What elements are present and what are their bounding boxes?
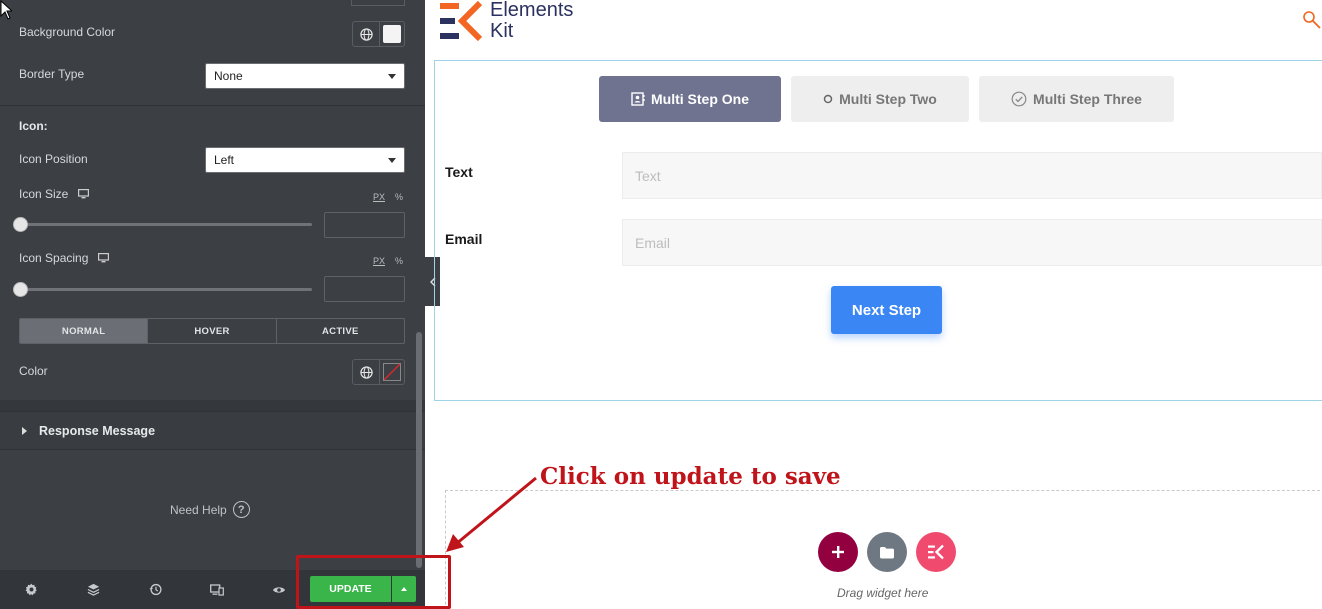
- chevron-down-icon: [388, 73, 396, 79]
- next-step-button[interactable]: Next Step: [831, 286, 942, 334]
- add-template-button[interactable]: [867, 532, 907, 572]
- elementskit-library-button[interactable]: [916, 532, 956, 572]
- tab-active[interactable]: ACTIVE: [277, 319, 404, 343]
- step-tab-two[interactable]: Multi Step Two: [791, 76, 969, 122]
- text-input[interactable]: Text: [622, 152, 1322, 199]
- background-color-control: [352, 21, 405, 47]
- global-colors-globe-icon[interactable]: [353, 360, 380, 384]
- email-input[interactable]: Email: [622, 219, 1322, 266]
- check-circle-icon: [1011, 91, 1027, 107]
- add-section-button[interactable]: [818, 532, 858, 572]
- border-type-select[interactable]: None: [205, 63, 405, 89]
- circle-icon: [823, 94, 833, 104]
- email-input-placeholder: Email: [635, 234, 671, 251]
- icon-size-label: Icon Size: [19, 187, 69, 201]
- need-help-link[interactable]: Need Help ?: [170, 501, 250, 518]
- annotation-highlight-box: [296, 555, 451, 609]
- text-field-label: Text: [445, 164, 473, 180]
- email-field-label: Email: [445, 231, 483, 247]
- logo-wordmark: Elements Kit: [490, 0, 573, 42]
- step-tab-one[interactable]: Multi Step One: [599, 76, 781, 122]
- responsive-desktop-icon[interactable]: [98, 253, 110, 263]
- response-message-section[interactable]: Response Message: [0, 411, 425, 450]
- color-label: Color: [19, 364, 48, 378]
- step-two-label: Multi Step Two: [839, 91, 937, 107]
- background-color-label: Background Color: [19, 25, 116, 39]
- icon-size-row: Icon Size: [19, 187, 405, 201]
- elementskit-logo: Elements Kit: [440, 0, 573, 42]
- background-color-row: Background Color: [19, 25, 405, 39]
- state-tabs: NORMAL HOVER ACTIVE: [19, 318, 405, 344]
- panel-scrollbar[interactable]: [416, 332, 422, 568]
- elementskit-icon: [928, 544, 944, 560]
- icon-size-slider[interactable]: [13, 217, 312, 232]
- icon-position-label: Icon Position: [19, 152, 88, 166]
- unit-percent-toggle[interactable]: %: [395, 256, 403, 266]
- icon-spacing-units: PX %: [373, 256, 403, 266]
- background-color-swatch[interactable]: [380, 22, 404, 46]
- elementskit-logo-mark-icon: [440, 1, 482, 41]
- caret-right-icon: [22, 426, 27, 435]
- responsive-desktop-icon[interactable]: [78, 189, 90, 199]
- contact-card-icon: [631, 92, 645, 106]
- slider-handle[interactable]: [13, 282, 28, 297]
- history-icon[interactable]: [124, 570, 186, 609]
- panel-gap: [0, 400, 425, 411]
- partial-control-top: [351, 0, 405, 6]
- color-row: Color: [19, 364, 405, 378]
- icon-position-value: Left: [214, 153, 235, 167]
- mouse-cursor-icon: [0, 0, 12, 20]
- slider-handle[interactable]: [13, 217, 28, 232]
- folder-icon: [880, 546, 894, 558]
- navigator-layers-icon[interactable]: [62, 570, 124, 609]
- chevron-down-icon: [388, 157, 396, 163]
- tab-hover[interactable]: HOVER: [148, 319, 277, 343]
- icon-section-title: Icon:: [19, 119, 48, 133]
- annotation-text: Click on update to save: [540, 463, 841, 490]
- drag-widget-hint: Drag widget here: [837, 586, 929, 600]
- logo-line-1: Elements: [490, 0, 574, 21]
- border-type-value: None: [214, 69, 243, 83]
- icon-spacing-row: Icon Spacing: [19, 251, 405, 265]
- annotation-arrow-icon: [446, 476, 537, 552]
- color-control: [352, 359, 405, 385]
- step-one-label: Multi Step One: [651, 91, 749, 107]
- plus-icon: [832, 546, 844, 558]
- icon-spacing-label: Icon Spacing: [19, 251, 89, 265]
- question-circle-icon: ?: [232, 501, 250, 518]
- editor-panel: Background Color Border Type None Icon: …: [0, 0, 425, 609]
- tab-normal[interactable]: NORMAL: [20, 319, 149, 343]
- unit-px-toggle[interactable]: PX: [373, 256, 385, 266]
- border-type-label: Border Type: [19, 67, 85, 81]
- icon-position-select[interactable]: Left: [205, 147, 405, 173]
- icon-size-units: PX %: [373, 192, 403, 202]
- unit-px-toggle[interactable]: PX: [373, 192, 385, 202]
- icon-spacing-slider[interactable]: [13, 282, 312, 297]
- icon-spacing-input[interactable]: [324, 276, 405, 302]
- unit-percent-toggle[interactable]: %: [395, 192, 403, 202]
- color-swatch-empty[interactable]: [380, 360, 404, 384]
- settings-gear-icon[interactable]: [0, 570, 62, 609]
- responsive-mode-icon[interactable]: [186, 570, 248, 609]
- section-divider: [0, 105, 425, 106]
- response-message-label: Response Message: [39, 423, 156, 438]
- search-icon[interactable]: [1302, 10, 1322, 35]
- step-three-label: Multi Step Three: [1033, 91, 1142, 107]
- icon-size-input[interactable]: [324, 212, 405, 238]
- text-input-placeholder: Text: [635, 167, 661, 184]
- global-colors-globe-icon[interactable]: [353, 22, 380, 46]
- logo-line-2: Kit: [490, 20, 514, 42]
- step-tab-three[interactable]: Multi Step Three: [979, 76, 1174, 122]
- need-help-label: Need Help: [170, 502, 227, 517]
